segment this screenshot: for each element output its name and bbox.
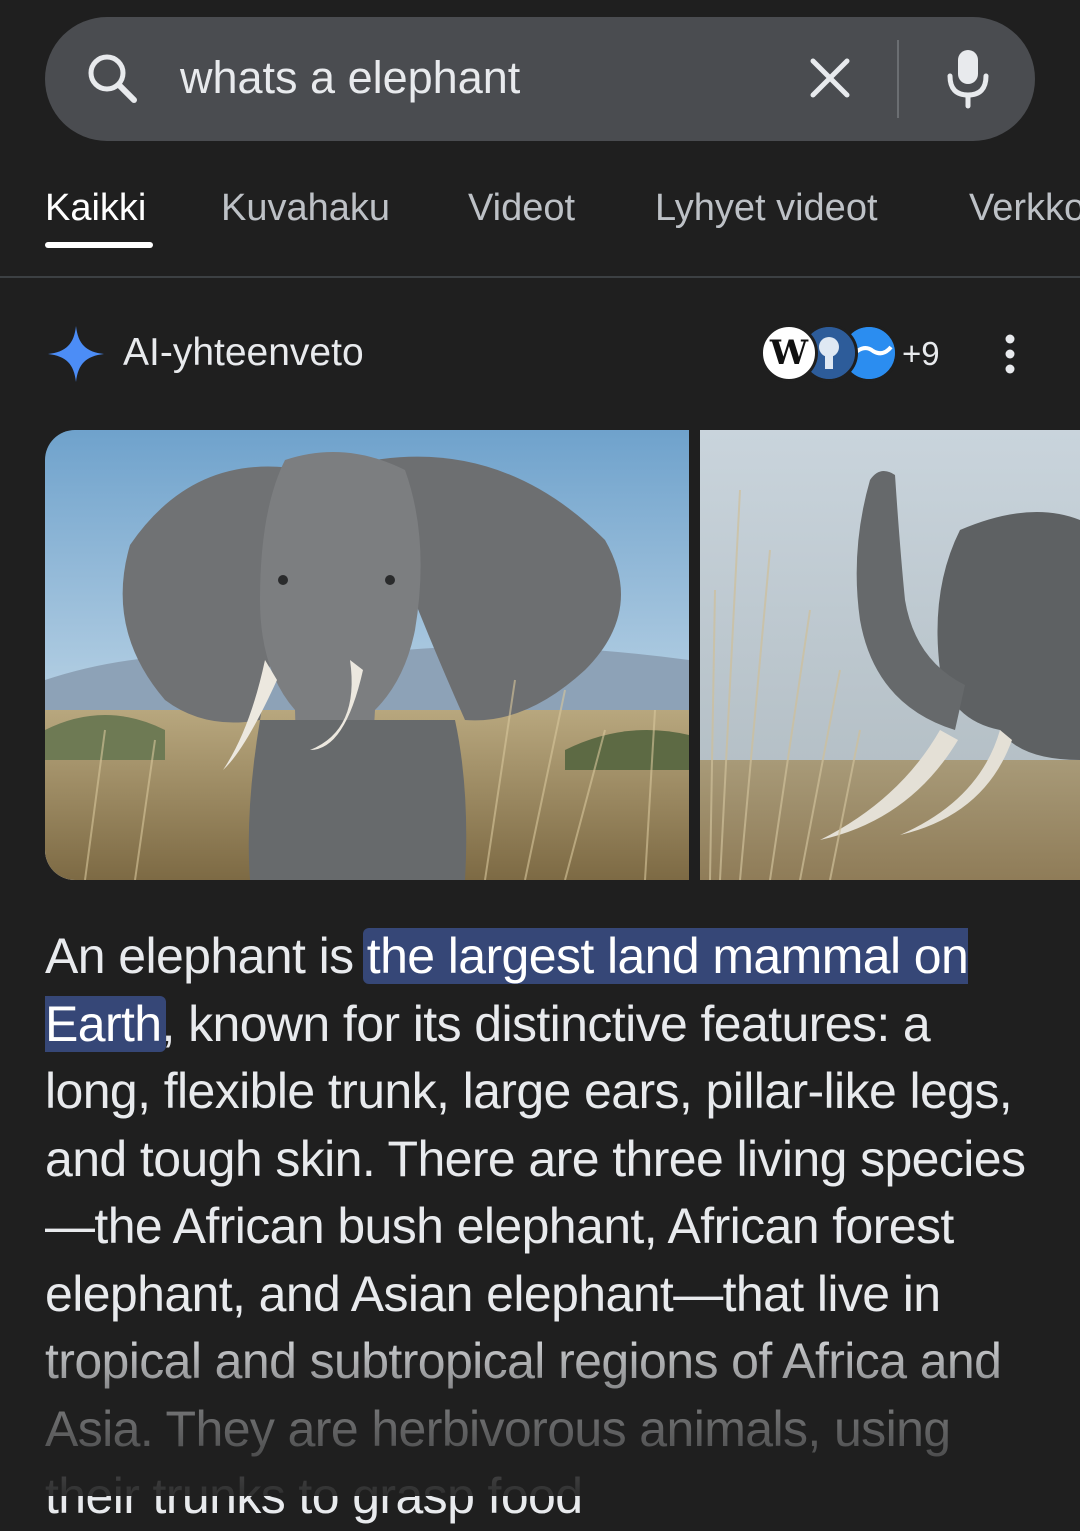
tab-kuvahaku[interactable]: Kuvahaku [221,186,390,230]
close-icon[interactable] [807,55,853,106]
search-icon[interactable] [84,50,142,113]
more-options-icon[interactable] [1000,334,1020,379]
sources-button[interactable]: W +9 [760,324,950,384]
tab-lyhyet-videot[interactable]: Lyhyet videot [655,186,878,230]
search-input[interactable]: whats a elephant [180,50,520,106]
sources-count: +9 [902,335,940,372]
ai-sparkle-icon [46,324,106,389]
summary-text: , known for its distinctive features: a … [45,995,1026,1525]
active-tab-indicator [45,242,153,248]
search-tabs: Kaikki Kuvahaku Videot Lyhyet videot Ver… [0,176,1080,276]
wikipedia-icon: W [760,324,818,382]
tabs-divider [0,276,1080,278]
search-divider [897,40,899,118]
search-bar[interactable]: whats a elephant [45,17,1035,141]
ai-overview-title: AI-yhteenveto [123,331,364,374]
tab-kaikki[interactable]: Kaikki [45,186,146,230]
elephant-image[interactable] [700,430,1080,880]
elephant-image[interactable] [45,430,689,880]
summary-text: An elephant is [45,928,367,984]
microphone-icon[interactable] [945,48,991,115]
tab-verkko[interactable]: Verkko [969,186,1080,230]
tab-videot[interactable]: Videot [468,186,575,230]
ai-overview-summary: An elephant is the largest land mammal o… [45,923,1045,1531]
